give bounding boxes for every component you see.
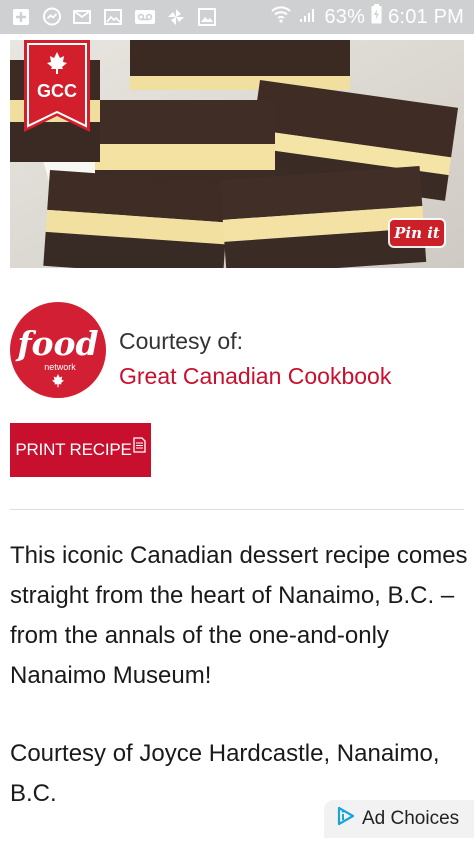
recipe-description: This iconic Canadian dessert recipe come… [10,542,468,689]
system-status: 63% 6:01 PM [270,4,464,30]
status-bar: 63% 6:01 PM [0,0,474,34]
section-divider [10,509,464,510]
image-icon [196,7,218,27]
wifi-icon [270,4,292,30]
email-icon [72,7,94,27]
ad-choices-icon [336,806,356,832]
document-icon [133,436,146,458]
clock: 6:01 PM [388,5,464,28]
courtesy-source-link[interactable]: Great Canadian Cookbook [119,363,391,390]
food-logo-subtext: network [44,362,76,372]
signal-icon [298,5,318,29]
battery-percent: 63% [324,5,366,28]
battery-charging-icon [371,4,382,30]
food-network-logo: food network [8,300,108,400]
ad-choices-label: Ad Choices [362,808,460,829]
messenger-icon [41,7,63,27]
gcc-badge-text: GCC [37,81,77,101]
print-recipe-label: PRINT RECIPE [15,440,132,459]
voicemail-icon [134,7,156,27]
pin-it-button[interactable]: Pin it [390,220,444,246]
recipe-hero-image: GCC Pin it [10,40,464,268]
gcc-badge: GCC [24,40,90,132]
courtesy-label: Courtesy of: [119,328,243,354]
print-recipe-button[interactable]: PRINT RECIPE [10,423,151,477]
pinwheel-icon [165,7,187,27]
food-logo-text: food [15,324,98,363]
gallery-icon [103,7,125,27]
ad-choices-button[interactable]: Ad Choices [324,800,474,838]
notification-icons [10,7,218,27]
plus-box-icon [10,7,32,27]
